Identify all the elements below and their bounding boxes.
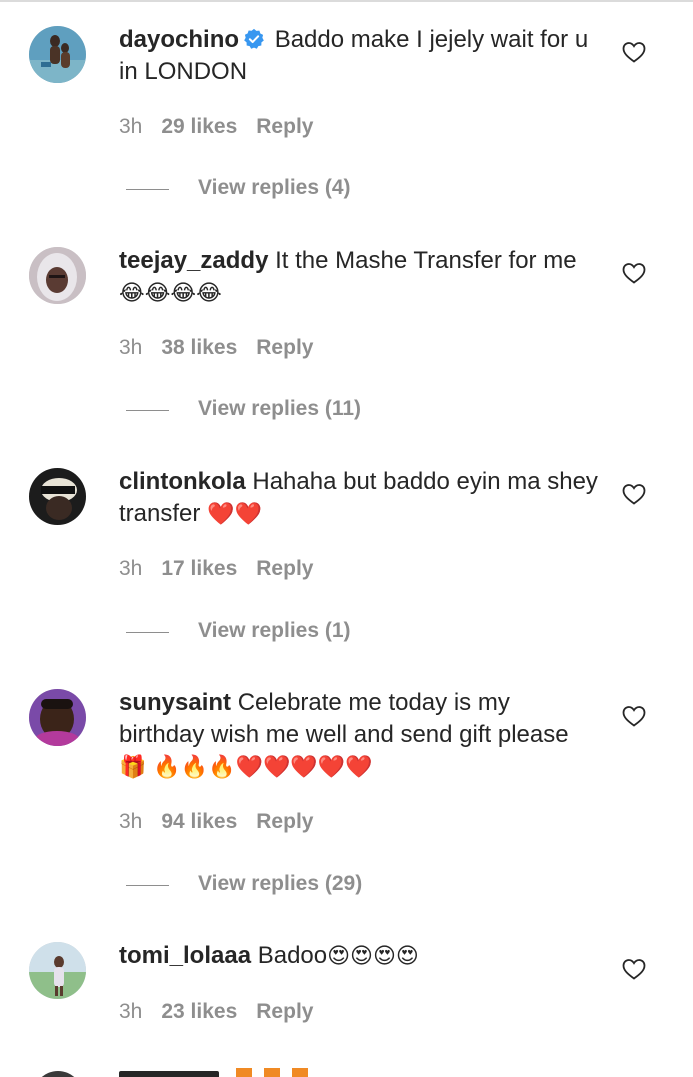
comment-text: dayochino Baddo make I jejely wait for u… xyxy=(119,24,599,88)
reply-button[interactable]: Reply xyxy=(256,557,313,580)
comment-time: 3h xyxy=(119,115,143,138)
replies-divider xyxy=(126,189,169,190)
verified-badge-icon xyxy=(244,28,264,49)
comment-text: clintonkola Hahaha but baddo eyin ma she… xyxy=(119,466,599,531)
heart-outline-icon[interactable] xyxy=(622,705,646,727)
comment-body: Badoo xyxy=(257,942,328,969)
avatar[interactable] xyxy=(29,247,86,304)
comment-username[interactable]: dayochino xyxy=(119,26,239,53)
avatar[interactable] xyxy=(29,689,86,746)
view-replies-button[interactable]: View replies (11) xyxy=(198,397,361,421)
reply-button[interactable]: Reply xyxy=(256,1000,313,1023)
heart-outline-icon[interactable] xyxy=(622,483,646,505)
reply-button[interactable]: Reply xyxy=(256,810,313,833)
comment-emoji: 😂😂😂😂 xyxy=(119,281,222,306)
reply-button[interactable]: Reply xyxy=(256,115,313,138)
comment-time: 3h xyxy=(119,1000,143,1023)
comment-username xyxy=(119,1071,219,1077)
reply-button[interactable]: Reply xyxy=(256,336,313,359)
heart-outline-icon[interactable] xyxy=(622,41,646,63)
avatar[interactable] xyxy=(29,26,86,83)
avatar[interactable] xyxy=(33,1071,83,1077)
fire-emoji-icon xyxy=(236,1068,316,1077)
comment-username[interactable]: tomi_lolaaa xyxy=(119,942,251,969)
likes-count[interactable]: 17 likes xyxy=(161,557,237,580)
comment-meta: 3h 38 likes Reply xyxy=(119,336,332,360)
heart-outline-icon[interactable] xyxy=(622,958,646,980)
avatar[interactable] xyxy=(29,468,86,525)
comment-time: 3h xyxy=(119,336,143,359)
view-replies-button[interactable]: View replies (29) xyxy=(198,872,362,896)
comment-meta: 3h 17 likes Reply xyxy=(119,557,332,581)
view-replies-button[interactable]: View replies (1) xyxy=(198,619,351,643)
next-comment-partial xyxy=(0,1062,693,1077)
comment-meta: 3h 23 likes Reply xyxy=(119,1000,332,1024)
comment-meta: 3h 29 likes Reply xyxy=(119,115,332,139)
likes-count[interactable]: 38 likes xyxy=(161,336,237,359)
comment-username[interactable]: teejay_zaddy xyxy=(119,247,268,274)
comment-username[interactable]: clintonkola xyxy=(119,468,246,495)
comment-username[interactable]: sunysaint xyxy=(119,689,231,716)
heart-outline-icon[interactable] xyxy=(622,262,646,284)
comment-emoji: 😍😍😍😍 xyxy=(327,944,419,969)
comment-text: sunysaint Celebrate me today is my birth… xyxy=(119,687,599,784)
comment-emoji: ❤️❤️ xyxy=(207,502,262,527)
top-divider xyxy=(0,0,693,2)
comment-text: teejay_zaddy It the Mashe Transfer for m… xyxy=(119,245,599,310)
comment-time: 3h xyxy=(119,810,143,833)
replies-divider xyxy=(126,632,169,633)
view-replies-button[interactable]: View replies (4) xyxy=(198,176,351,200)
comment-text: tomi_lolaaa Badoo😍😍😍😍 xyxy=(119,940,599,973)
comment-emoji: 🎁 🔥🔥🔥❤️❤️❤️❤️❤️ xyxy=(119,755,373,780)
comment-meta: 3h 94 likes Reply xyxy=(119,810,332,834)
likes-count[interactable]: 23 likes xyxy=(161,1000,237,1023)
avatar[interactable] xyxy=(29,942,86,999)
comment-body: It the Mashe Transfer for me xyxy=(275,247,577,274)
replies-divider xyxy=(126,885,169,886)
replies-divider xyxy=(126,410,169,411)
likes-count[interactable]: 94 likes xyxy=(161,810,237,833)
likes-count[interactable]: 29 likes xyxy=(161,115,237,138)
comment-time: 3h xyxy=(119,557,143,580)
